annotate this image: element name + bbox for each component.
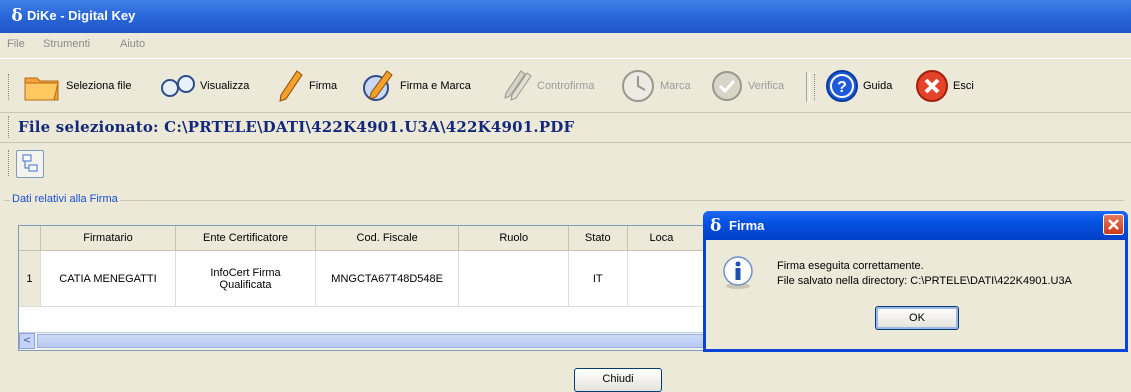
- toolbar-grip[interactable]: [8, 74, 12, 100]
- toolbar-grip[interactable]: [814, 74, 818, 100]
- authority-line: InfoCert Firma: [210, 266, 281, 279]
- menu-file[interactable]: File: [7, 38, 25, 50]
- dialog-close-button[interactable]: [1103, 214, 1124, 235]
- exit-label: Esci: [953, 80, 974, 92]
- sign-mark-button[interactable]: Firma e Marca: [360, 66, 471, 106]
- menu-strumenti[interactable]: Strumenti: [43, 38, 90, 50]
- select-file-button[interactable]: Seleziona file: [22, 66, 131, 106]
- verify-button[interactable]: Verifica: [710, 66, 784, 106]
- close-icon: [916, 70, 948, 102]
- folder-icon: [24, 77, 59, 101]
- view-button[interactable]: Visualizza: [160, 66, 249, 106]
- mark-button[interactable]: Marca: [620, 66, 691, 106]
- secondary-toolbar: [0, 144, 1131, 186]
- menubar: File Strumenti Aiuto: [0, 33, 1131, 59]
- table-header-row: Firmatario Ente Certificatore Cod. Fisca…: [19, 226, 719, 251]
- glasses-icon: [161, 75, 195, 97]
- checkmark-icon: [712, 71, 742, 101]
- countersign-button[interactable]: Controfirma: [497, 66, 594, 106]
- dialog-titlebar[interactable]: δ Firma: [703, 211, 1128, 240]
- signature-group-label: Dati relativi alla Firma: [10, 193, 120, 205]
- signer-cell[interactable]: CATIA MENEGATTI: [40, 250, 177, 307]
- close-button[interactable]: Chiudi: [574, 368, 662, 392]
- dialog-title: Firma: [729, 218, 765, 233]
- column-header[interactable]: Firmatario: [40, 226, 177, 251]
- ok-button[interactable]: OK: [875, 306, 959, 330]
- bar-grip[interactable]: [8, 150, 12, 176]
- svg-text:?: ?: [837, 79, 847, 96]
- guide-button[interactable]: ? Guida: [825, 66, 892, 106]
- exit-button[interactable]: Esci: [915, 66, 974, 106]
- dialog-message-line: File salvato nella directory: C:\PRTELE\…: [777, 275, 1072, 287]
- sign-label: Firma: [309, 80, 338, 92]
- toolbar-separator: [806, 72, 810, 102]
- scroll-thumb[interactable]: [37, 334, 717, 348]
- countersign-label: Controfirma: [537, 80, 595, 92]
- selected-file-path: File selezionato: C:\PRTELE\DATI\422K490…: [18, 118, 575, 136]
- horizontal-scrollbar[interactable]: <: [19, 332, 719, 350]
- tree-view-button[interactable]: [16, 150, 44, 178]
- signature-table: Firmatario Ente Certificatore Cod. Fisca…: [18, 225, 720, 351]
- dike-logo-icon: δ: [11, 6, 23, 26]
- view-label: Visualizza: [200, 80, 250, 92]
- window-titlebar: δ DiKe - Digital Key: [0, 0, 1131, 33]
- column-header[interactable]: Cod. Fiscale: [315, 226, 460, 251]
- column-header[interactable]: Ente Certificatore: [175, 226, 316, 251]
- dialog-message-line: Firma eseguita correttamente.: [777, 260, 924, 272]
- row-number: 1: [19, 250, 41, 307]
- selected-file-bar: File selezionato: C:\PRTELE\DATI\422K490…: [0, 112, 1131, 143]
- dike-logo-icon: δ: [710, 216, 722, 236]
- select-file-label: Seleziona file: [66, 80, 132, 92]
- double-pen-icon: [504, 70, 532, 101]
- bar-grip[interactable]: [8, 116, 12, 138]
- mark-label: Marca: [660, 80, 691, 92]
- column-header[interactable]: Ruolo: [458, 226, 570, 251]
- main-toolbar: Seleziona file Visualizza Firma Firma e …: [0, 60, 1131, 113]
- tree-view-icon: [22, 154, 38, 172]
- dialog-body: Firma eseguita correttamente. File salva…: [706, 240, 1125, 349]
- close-icon: [1108, 219, 1119, 230]
- clock-icon: [622, 70, 654, 102]
- guide-label: Guida: [863, 80, 893, 92]
- tax-code-cell[interactable]: MNGCTA67T48D548E: [315, 250, 460, 307]
- menu-aiuto[interactable]: Aiuto: [120, 38, 145, 50]
- authority-cell[interactable]: InfoCert Firma Qualificata: [175, 250, 316, 307]
- info-icon: [723, 256, 753, 289]
- state-cell[interactable]: IT: [568, 250, 628, 307]
- window-title: DiKe - Digital Key: [27, 8, 136, 23]
- help-icon: ?: [826, 70, 858, 102]
- sign-mark-label: Firma e Marca: [400, 80, 471, 92]
- table-row[interactable]: 1 CATIA MENEGATTI InfoCert Firma Qualifi…: [19, 250, 719, 307]
- pen-icon: [279, 70, 303, 102]
- authority-line: Qualificata: [219, 278, 272, 291]
- verify-label: Verifica: [748, 80, 785, 92]
- column-header[interactable]: Stato: [568, 226, 628, 251]
- scroll-left-icon[interactable]: <: [19, 333, 35, 349]
- sign-dialog: δ Firma Firma eseguita correttamente. Fi…: [703, 211, 1128, 352]
- row-number-header: [19, 226, 41, 251]
- sign-button[interactable]: Firma: [275, 66, 337, 106]
- pen-clock-icon: [363, 70, 393, 101]
- role-cell[interactable]: [458, 250, 570, 307]
